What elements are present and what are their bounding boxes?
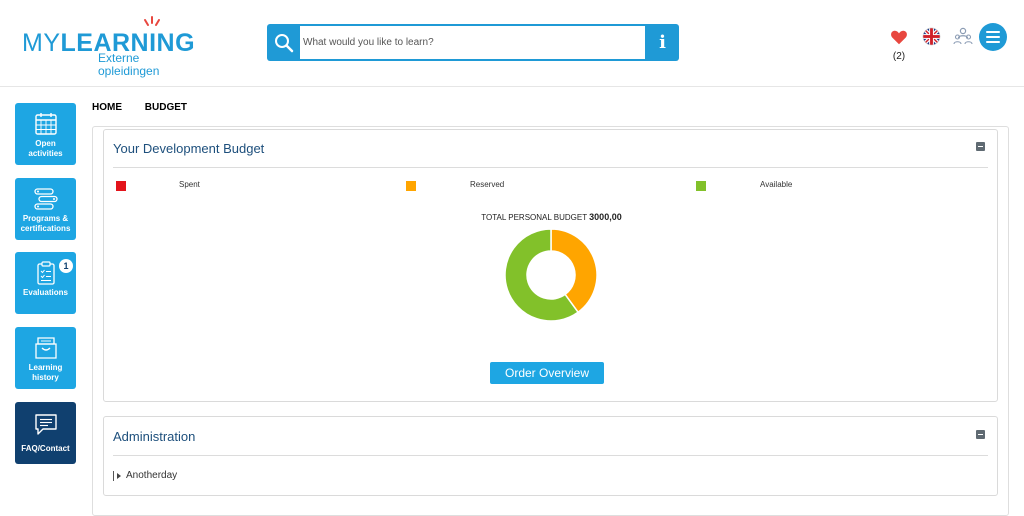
sidebar-item-label: Learning history: [28, 363, 63, 382]
notification-badge: 1: [59, 259, 73, 273]
archive-box-icon: [34, 337, 57, 359]
legend-label-available: Available: [760, 180, 793, 189]
collapse-icon[interactable]: [976, 430, 985, 439]
roadmap-icon: [33, 188, 58, 210]
breadcrumb-current[interactable]: BUDGET: [145, 102, 187, 113]
info-button[interactable]: i: [646, 24, 679, 61]
sidebar-item-evaluations[interactable]: Evaluations 1: [15, 252, 76, 314]
header: MYLEARNING Externe opleidingen i (2): [0, 0, 1024, 87]
collapse-icon[interactable]: [976, 142, 985, 151]
total-budget: TOTAL PERSONAL BUDGET 3000,00: [104, 212, 999, 222]
administration-panel: Administration Anotherday: [103, 416, 998, 496]
logo-spark-icon: [144, 16, 160, 26]
sidebar-item-label: Evaluations: [23, 288, 68, 297]
breadcrumb: HOME BUDGET: [92, 102, 207, 113]
total-budget-label: TOTAL PERSONAL BUDGET: [481, 213, 587, 222]
calendar-icon: [34, 113, 57, 135]
sidebar-item-learning-history[interactable]: Learning history: [15, 327, 76, 389]
panel-title: Administration: [113, 429, 196, 444]
uk-flag-icon: [922, 27, 940, 45]
search-bar: i: [267, 24, 679, 61]
search-button[interactable]: [267, 24, 300, 61]
legend-label-reserved: Reserved: [470, 180, 505, 189]
heart-icon: [891, 30, 907, 45]
total-budget-value: 3000,00: [589, 212, 622, 222]
legend-swatch-reserved: [406, 181, 416, 191]
language-selector[interactable]: [921, 26, 941, 46]
sidebar-item-label: Programs & certifications: [20, 214, 71, 233]
sidebar-item-faq-contact[interactable]: FAQ/Contact: [15, 402, 76, 464]
sidebar-item-open-activities[interactable]: Open activities: [15, 103, 76, 165]
favorites-count: (2): [892, 51, 906, 62]
hamburger-menu-icon: [986, 31, 1000, 43]
tree-line: [113, 470, 114, 481]
logo-subtitle: Externe opleidingen: [98, 51, 160, 78]
users-icon: [953, 27, 973, 45]
chat-icon: [34, 414, 57, 435]
sidebar-item-label: Open activities: [28, 139, 63, 158]
logo[interactable]: MYLEARNING Externe opleidingen: [22, 16, 202, 78]
search-input[interactable]: [300, 26, 645, 59]
legend-swatch-spent: [116, 181, 126, 191]
logo-prefix: MY: [22, 29, 61, 57]
panel-title: Your Development Budget: [113, 141, 265, 156]
clipboard-icon: [36, 261, 55, 285]
budget-panel: Your Development Budget Spent Reserved A…: [103, 129, 998, 402]
sidebar-item-programs-certifications[interactable]: Programs & certifications: [15, 178, 76, 240]
order-overview-button[interactable]: Order Overview: [490, 362, 604, 384]
main-menu-button[interactable]: [979, 23, 1007, 51]
info-icon: i: [659, 32, 666, 53]
favorites-button[interactable]: [889, 27, 909, 47]
sidebar-item-label: FAQ/Contact: [21, 444, 70, 453]
search-icon: [274, 33, 293, 52]
expand-arrow-icon: [117, 472, 121, 479]
admin-item-anotherday[interactable]: Anotherday: [113, 470, 177, 481]
panel-divider: [113, 167, 988, 168]
legend-label-spent: Spent: [179, 180, 200, 189]
breadcrumb-home[interactable]: HOME: [92, 102, 122, 113]
legend-swatch-available: [696, 181, 706, 191]
team-button[interactable]: [952, 25, 974, 47]
panel-divider: [113, 455, 988, 456]
budget-donut-chart: [504, 228, 598, 322]
admin-item-label: Anotherday: [126, 470, 178, 481]
